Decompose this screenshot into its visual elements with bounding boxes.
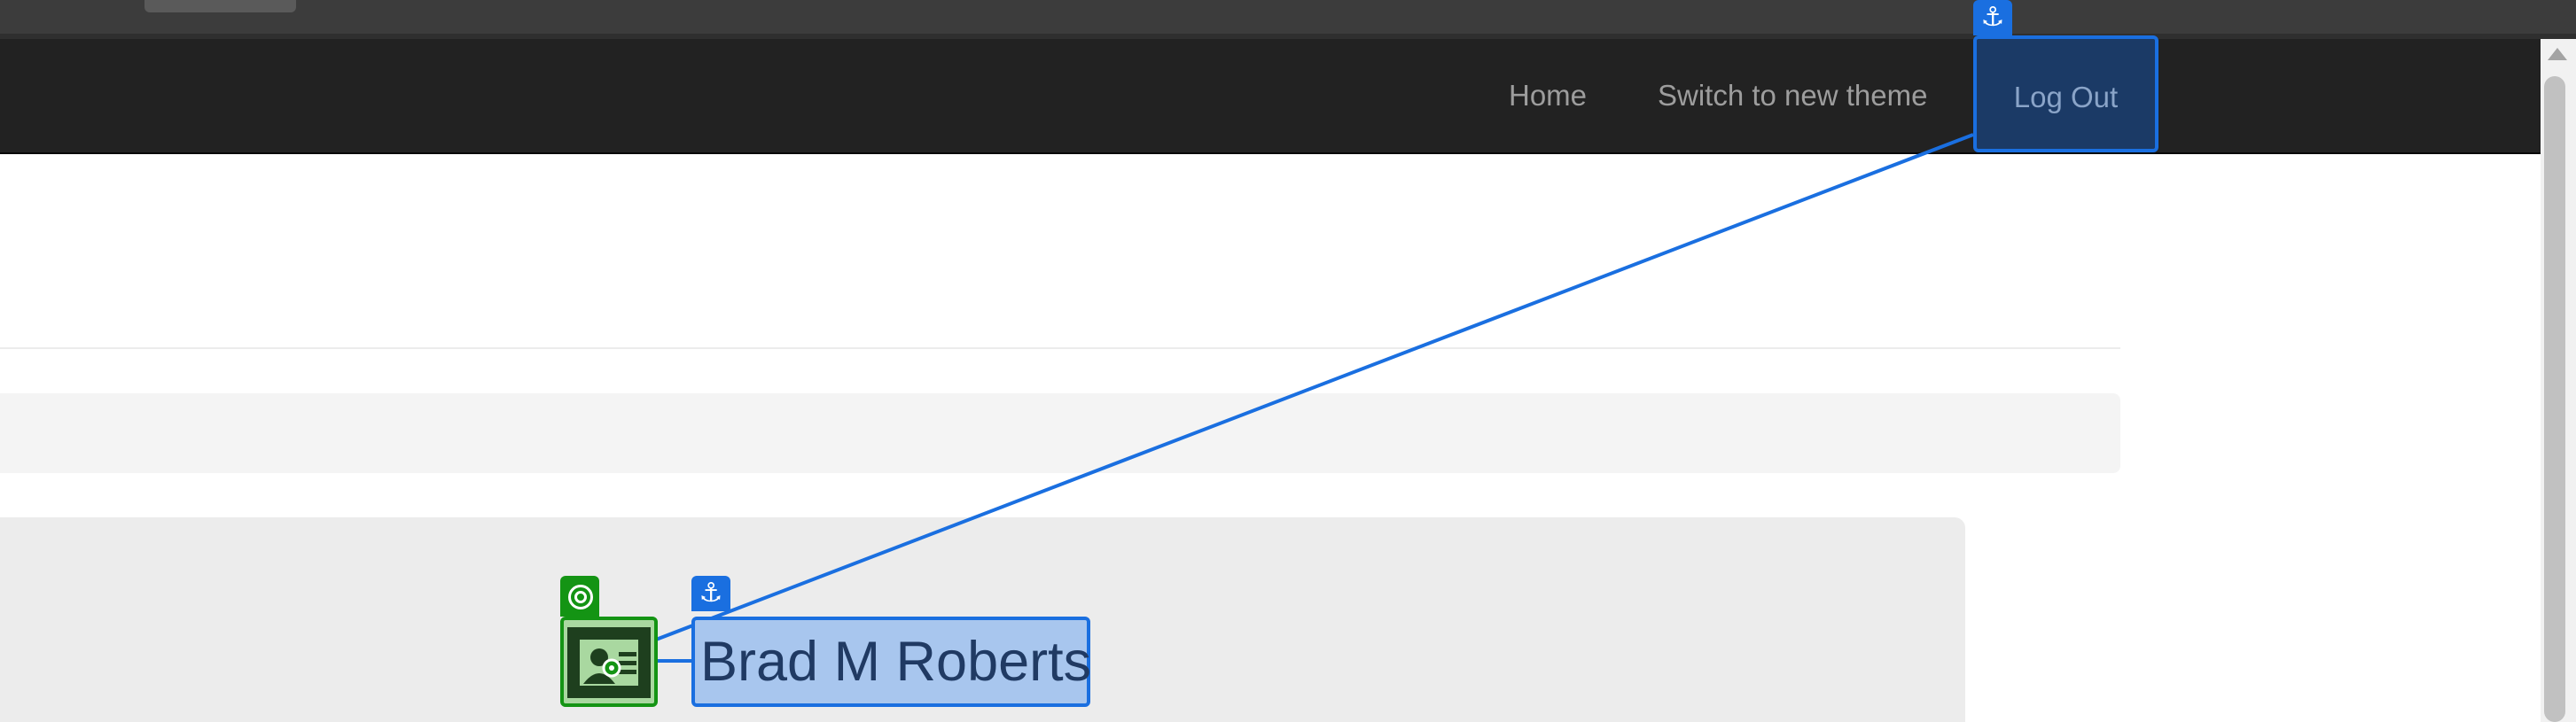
nav-home-link[interactable]: Home (1509, 39, 1587, 152)
anchor-icon: ⚓ (1973, 0, 2012, 35)
info-well (0, 393, 2120, 473)
browser-tab[interactable] (144, 0, 296, 12)
section-divider (0, 347, 2120, 349)
browser-top-strip (0, 0, 2576, 39)
profile-name[interactable]: Brad M Roberts (691, 617, 1091, 707)
scroll-up-arrow-icon[interactable] (2548, 48, 2567, 60)
anchor-icon: ⚓ (691, 576, 730, 611)
target-icon (560, 576, 599, 617)
nav-switch-theme-link[interactable]: Switch to new theme (1658, 39, 1927, 152)
id-card-icon[interactable] (560, 617, 658, 707)
top-navbar (0, 39, 2541, 154)
scrollbar-thumb[interactable] (2544, 76, 2565, 722)
nav-logout-link[interactable]: Log Out (1973, 35, 2158, 152)
